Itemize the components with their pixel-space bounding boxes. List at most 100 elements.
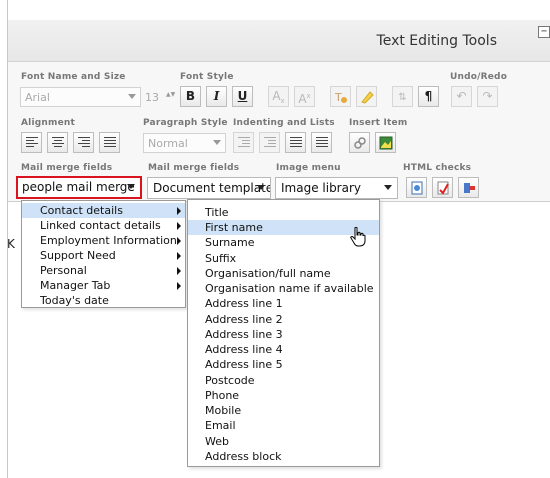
- font-name-value: Arial: [25, 91, 50, 104]
- insert-link-button[interactable]: [349, 132, 370, 153]
- submenu-item-organisation-full-name[interactable]: Organisation/full name: [188, 266, 379, 281]
- menu-item-todays-date[interactable]: Today's date: [22, 293, 185, 308]
- pilcrow-icon: ¶: [424, 89, 433, 103]
- submenu-arrow-icon: [177, 237, 181, 245]
- align-center-icon: [52, 137, 64, 149]
- insert-image-button[interactable]: [375, 132, 396, 153]
- menu-item-label: Support Need: [40, 249, 116, 262]
- superscript-button[interactable]: Ax: [294, 86, 315, 107]
- image-icon: [379, 136, 392, 150]
- menu-item-personal[interactable]: Personal: [22, 263, 185, 278]
- submenu-arrow-icon: [177, 267, 181, 275]
- bold-button[interactable]: B: [180, 86, 201, 107]
- menu-item-support-need[interactable]: Support Need: [22, 248, 185, 263]
- align-left-button[interactable]: [21, 132, 42, 153]
- label-paragraph-style: Paragraph Style: [143, 118, 228, 128]
- italic-button[interactable]: I: [206, 86, 227, 107]
- chevron-down-icon: [213, 140, 221, 145]
- sort-button[interactable]: ⇅: [392, 86, 413, 107]
- subscript-button[interactable]: Ax: [268, 86, 289, 107]
- menu-item-linked-contact-details[interactable]: Linked contact details: [22, 218, 185, 233]
- submenu-item-phone[interactable]: Phone: [188, 388, 379, 403]
- label-mail-merge-2: Mail merge fields: [148, 163, 240, 173]
- collapse-button[interactable]: −: [538, 26, 550, 38]
- menu-item-employment-information[interactable]: Employment Information: [22, 233, 185, 248]
- submenu-item-mobile[interactable]: Mobile: [188, 403, 379, 418]
- panel-title: Text Editing Tools: [376, 33, 497, 49]
- hand-cursor-icon: [350, 227, 366, 247]
- chevron-down-icon: [127, 184, 135, 189]
- submenu-item-email[interactable]: Email: [188, 418, 379, 433]
- submenu-item-address-line-2[interactable]: Address line 2: [188, 312, 379, 327]
- font-size-value: 13: [145, 91, 159, 104]
- outdent-button[interactable]: [233, 132, 254, 153]
- submenu-item-address-line-4[interactable]: Address line 4: [188, 342, 379, 357]
- bullet-list-icon: [290, 137, 302, 149]
- font-name-select[interactable]: Arial: [20, 87, 141, 107]
- image-library-value: Image library: [281, 181, 362, 195]
- menu-item-label: Linked contact details: [40, 219, 161, 232]
- submenu-item-web[interactable]: Web: [188, 434, 379, 449]
- menu-item-manager-tab[interactable]: Manager Tab: [22, 278, 185, 293]
- label-alignment: Alignment: [21, 118, 75, 128]
- menu-item-label: Manager Tab: [40, 279, 111, 292]
- chevron-down-icon: [128, 94, 136, 99]
- superscript-mark: x: [306, 92, 311, 100]
- font-size-spinner[interactable]: 13 ▲▼: [145, 91, 175, 105]
- spinner-arrows-icon: ▲▼: [166, 91, 176, 98]
- document-templates-select[interactable]: Document templates: [147, 177, 271, 199]
- people-mail-merge-value: people mail merge: [22, 180, 135, 194]
- menu-item-label: Today's date: [40, 294, 109, 307]
- label-insert-item: Insert Item: [349, 118, 408, 128]
- clear-format-button[interactable]: T: [330, 86, 351, 107]
- menu-item-contact-details[interactable]: Contact details: [22, 203, 185, 218]
- label-indenting-lists: Indenting and Lists: [233, 118, 335, 128]
- menu-item-label: Employment Information: [40, 234, 177, 247]
- align-center-button[interactable]: [47, 132, 68, 153]
- label-font-style: Font Style: [180, 72, 234, 82]
- undo-button[interactable]: ↶: [451, 86, 472, 107]
- image-library-select[interactable]: Image library: [275, 177, 398, 199]
- html-clean-button[interactable]: [432, 177, 453, 198]
- submenu-arrow-icon: [177, 222, 181, 230]
- document-templates-value: Document templates: [153, 181, 271, 195]
- underline-button[interactable]: U: [232, 86, 253, 107]
- people-mail-merge-select[interactable]: people mail merge: [16, 176, 142, 199]
- submenu-item-address-block[interactable]: Address block: [188, 449, 379, 464]
- svg-text:T: T: [334, 91, 342, 104]
- submenu-item-address-line-3[interactable]: Address line 3: [188, 327, 379, 342]
- html-check-icon: [411, 181, 422, 195]
- submenu-item-title[interactable]: Title: [188, 205, 379, 220]
- align-justify-button[interactable]: [99, 132, 120, 153]
- paragraph-style-select[interactable]: Normal: [143, 133, 226, 153]
- label-image-menu: Image menu: [276, 163, 341, 173]
- bullet-list-button[interactable]: [285, 132, 306, 153]
- submenu-item-address-line-5[interactable]: Address line 5: [188, 357, 379, 372]
- align-justify-icon: [104, 137, 116, 149]
- align-right-button[interactable]: [73, 132, 94, 153]
- redo-button[interactable]: ↷: [477, 86, 498, 107]
- subscript-mark: x: [280, 97, 285, 105]
- indent-icon: [264, 137, 276, 149]
- html-validate-button[interactable]: [406, 177, 427, 198]
- submenu-item-organisation-name[interactable]: Organisation name if available: [188, 281, 379, 296]
- undo-icon: ↶: [456, 89, 467, 103]
- sort-icon: ⇅: [398, 92, 407, 103]
- numbered-list-button[interactable]: [311, 132, 332, 153]
- clear-format-icon: T: [334, 91, 347, 104]
- highlighter-icon: [360, 91, 374, 104]
- indent-button[interactable]: [259, 132, 280, 153]
- outdent-icon: [238, 137, 250, 149]
- html-error-icon: [437, 181, 449, 195]
- submenu-arrow-icon: [177, 282, 181, 290]
- chevron-down-icon: [257, 185, 265, 190]
- highlight-button[interactable]: [356, 86, 377, 107]
- submenu-item-suffix[interactable]: Suffix: [188, 251, 379, 266]
- html-format-icon: [463, 183, 475, 193]
- submenu-arrow-icon: [177, 207, 181, 215]
- menu-item-label: Personal: [40, 264, 87, 277]
- submenu-item-address-line-1[interactable]: Address line 1: [188, 296, 379, 311]
- submenu-item-postcode[interactable]: Postcode: [188, 373, 379, 388]
- html-format-button[interactable]: [458, 177, 479, 198]
- show-formatting-button[interactable]: ¶: [418, 86, 439, 107]
